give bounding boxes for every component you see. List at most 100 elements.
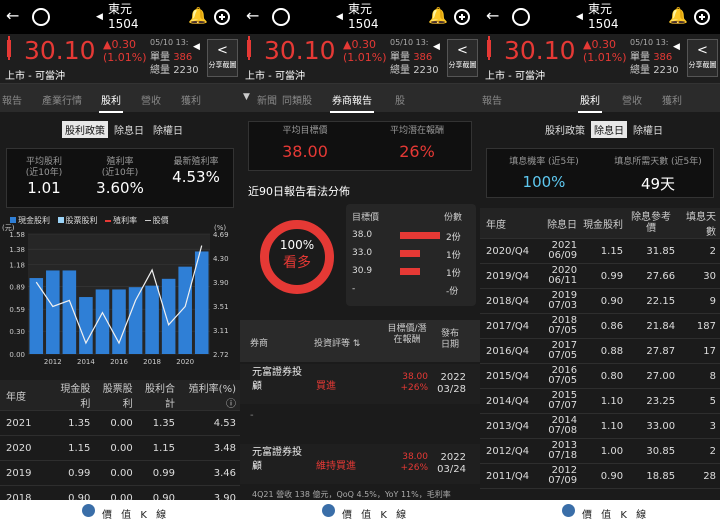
- table-row[interactable]: 2021 1.35 0.00 1.35 4.53: [0, 410, 240, 436]
- y-tick-label: 0.89: [9, 283, 25, 291]
- collapse-icon[interactable]: ◀: [193, 42, 200, 52]
- table-row[interactable]: 2020 1.15 0.00 1.15 3.48: [0, 435, 240, 461]
- prev-stock-icon[interactable]: ◀: [576, 12, 583, 22]
- prev-stock-icon[interactable]: ◀: [336, 12, 343, 22]
- table-header: 年度 除息日 現金股利 除息參考價 填息天數: [480, 208, 720, 239]
- col-year: 年度: [480, 208, 534, 239]
- y-tick-label: 1.38: [9, 246, 25, 254]
- col-date: 發布日期: [440, 329, 459, 350]
- history-icon[interactable]: [272, 8, 290, 26]
- cell-value: 0.00: [94, 435, 137, 461]
- cell-year: 2016/Q4: [480, 338, 534, 364]
- seg-dividend-policy[interactable]: 股利政策: [62, 121, 108, 138]
- tab-peers[interactable]: 同類股: [282, 92, 312, 107]
- ex-md: 07/09: [548, 475, 578, 486]
- bell-icon[interactable]: 🔔: [428, 6, 448, 25]
- cell-value: 8: [679, 363, 720, 389]
- history-icon[interactable]: [32, 8, 50, 26]
- tab-dividend[interactable]: 股: [395, 92, 405, 107]
- table-row[interactable]: 2012/Q4 2013 07/18 1.00 30.85 2: [480, 438, 720, 464]
- table-row[interactable]: 2014/Q4 2015 07/07 1.10 23.25 5: [480, 388, 720, 414]
- tab-industry[interactable]: 產業行情: [42, 92, 82, 107]
- seg-ex-dividend[interactable]: 除息日: [591, 121, 627, 138]
- seg-ex-right[interactable]: 除權日: [630, 121, 666, 138]
- target-price: 30.9: [352, 266, 373, 276]
- cell-value: 2013 07/18: [533, 438, 582, 464]
- tab-revenue[interactable]: 營收: [622, 92, 642, 107]
- bell-icon[interactable]: 🔔: [188, 6, 208, 25]
- quote-date: 05/10: [390, 38, 414, 47]
- target-bar: [400, 268, 420, 275]
- table-row[interactable]: 2011/Q4 2012 07/09 0.90 18.85 28: [480, 463, 720, 489]
- cell-year: 2017/Q4: [480, 313, 534, 339]
- top-bar: ← ◀ 東元 1504 🔔: [240, 0, 480, 34]
- share-label: 分享截圖: [208, 61, 237, 69]
- table-row[interactable]: 2019 0.99 0.00 0.99 3.46: [0, 460, 240, 486]
- cash-dividend-bar: [161, 278, 176, 354]
- history-icon[interactable]: [512, 8, 530, 26]
- cell-value: 0.86: [581, 313, 628, 339]
- table-row[interactable]: 2020/Q4 2021 06/09 1.15 31.85 2: [480, 238, 720, 264]
- report-row[interactable]: 元富證券投顧 買進 38.00 +26% 2022 03/28: [240, 364, 480, 404]
- seg-ex-right[interactable]: 除權日: [150, 121, 186, 138]
- add-icon[interactable]: [214, 9, 230, 25]
- add-icon[interactable]: [694, 9, 710, 25]
- table-row[interactable]: 2017/Q4 2018 07/05 0.86 21.84 187: [480, 313, 720, 339]
- tab-report[interactable]: 報告: [2, 92, 22, 107]
- seg-dividend-policy[interactable]: 股利政策: [542, 121, 588, 138]
- stock-title: 東元 1504: [108, 2, 139, 32]
- cell-value: 27.66: [627, 263, 680, 289]
- cell-value: 187: [679, 313, 720, 339]
- tab-profit[interactable]: 獲利: [662, 92, 682, 107]
- add-icon[interactable]: [454, 9, 470, 25]
- share-button[interactable]: < 分享截圖: [447, 39, 478, 77]
- back-arrow-icon[interactable]: ←: [6, 6, 19, 25]
- top-bar: ← ◀ 東元 1504 🔔: [0, 0, 240, 34]
- info-icon[interactable]: ⓘ: [226, 399, 236, 410]
- cell-year: 2021: [0, 410, 52, 436]
- y-tick-label-right: 2.72: [213, 351, 229, 359]
- total-value: 2230: [413, 65, 439, 76]
- x-tick-label: 2012: [44, 358, 62, 366]
- tab-broker-report[interactable]: 券商報告: [330, 92, 374, 113]
- stock-code: 1504: [588, 17, 619, 31]
- seg-ex-dividend[interactable]: 除息日: [111, 121, 147, 138]
- brand-logo-icon: [562, 504, 575, 517]
- cash-dividend-bar: [128, 287, 143, 354]
- prev-stock-icon[interactable]: ◀: [96, 12, 103, 22]
- quote-time: 13:: [175, 38, 189, 47]
- cell-value: 2: [679, 438, 720, 464]
- tab-dividend[interactable]: 股利: [99, 92, 123, 113]
- table-row[interactable]: 2019/Q4 2020 06/11 0.99 27.66 30: [480, 263, 720, 289]
- col-fill-days: 填息天數: [679, 208, 720, 239]
- back-arrow-icon[interactable]: ←: [486, 6, 499, 25]
- bell-icon[interactable]: 🔔: [668, 6, 688, 25]
- share-button[interactable]: < 分享截圖: [207, 39, 238, 77]
- count-header: 份數: [444, 213, 463, 223]
- tab-dividend[interactable]: 股利: [578, 92, 602, 113]
- table-row[interactable]: 2018/Q4 2019 07/03 0.90 22.15 9: [480, 288, 720, 314]
- tab-profit[interactable]: 獲利: [181, 92, 201, 107]
- price-change: ▲0.30 (1.01%): [343, 38, 387, 64]
- target-price: 33.0: [352, 248, 373, 258]
- col-rating[interactable]: 投資評等 ⇅: [314, 336, 360, 349]
- tab-revenue[interactable]: 營收: [141, 92, 161, 107]
- stat-label: 殖利率: [106, 157, 134, 167]
- table-row[interactable]: 2016/Q4 2017 07/05 0.88 27.87 17: [480, 338, 720, 364]
- back-arrow-icon[interactable]: ←: [246, 6, 259, 25]
- collapse-icon[interactable]: ◀: [433, 42, 440, 52]
- tab-news[interactable]: 新聞: [257, 92, 277, 107]
- upside: +26%: [400, 383, 428, 393]
- tab-dropdown-icon[interactable]: ▼: [243, 92, 250, 102]
- tab-report[interactable]: 報告: [482, 92, 502, 107]
- cell-year: 2020/Q4: [480, 238, 534, 264]
- report-row[interactable]: 元富證券投顧 維持買進 38.00 +26% 2022 03/24: [240, 444, 480, 484]
- quote-date: 05/10: [630, 38, 654, 47]
- cell-value: 5: [679, 388, 720, 414]
- table-row[interactable]: 2013/Q4 2014 07/08 1.10 33.00 3: [480, 413, 720, 439]
- table-row[interactable]: 2015/Q4 2016 07/05 0.80 27.00 8: [480, 363, 720, 389]
- share-button[interactable]: < 分享截圖: [687, 39, 718, 77]
- ex-md: 07/05: [548, 375, 578, 386]
- collapse-icon[interactable]: ◀: [673, 42, 680, 52]
- table-row[interactable]: 2018 0.90 0.00 0.90 3.90: [0, 485, 240, 500]
